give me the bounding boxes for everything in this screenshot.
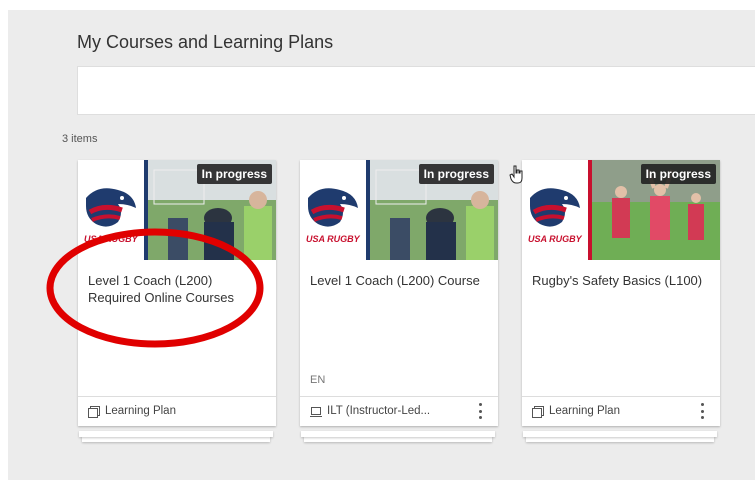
items-count: 3 items (62, 133, 98, 145)
course-card-2[interactable]: USA RUGBY In progress Level 1 Coach (L20… (300, 160, 498, 426)
hand-cursor-icon (509, 165, 523, 184)
svg-text:USA RUGBY: USA RUGBY (306, 234, 361, 244)
card-type-label: ILT (Instructor-Led... (327, 405, 431, 417)
card-stack-shadow (301, 431, 495, 437)
page-title: My Courses and Learning Plans (77, 32, 334, 52)
card-thumbnail: USA RUGBY In progress (78, 160, 276, 260)
usa-rugby-logo: USA RUGBY (300, 160, 366, 260)
card-stack-shadow (79, 431, 273, 437)
course-card-3[interactable]: USA RUGBY In progress Rugby's Safety Bas… (522, 160, 720, 426)
ilt-icon (310, 407, 322, 417)
status-badge: In progress (640, 164, 716, 184)
card-type-label: Learning Plan (105, 405, 176, 417)
card-title[interactable]: Rugby's Safety Basics (L100) (532, 272, 712, 289)
card-title[interactable]: Level 1 Coach (L200) Course (310, 272, 490, 289)
svg-text:USA RUGBY: USA RUGBY (84, 234, 139, 244)
card-footer: Learning Plan (522, 396, 720, 426)
card-type-label: Learning Plan (549, 405, 620, 417)
svg-text:USA RUGBY: USA RUGBY (528, 234, 583, 244)
card-language: EN (310, 374, 326, 386)
search-input[interactable] (77, 66, 755, 115)
usa-rugby-logo: USA RUGBY (522, 160, 588, 260)
card-stack-shadow (523, 431, 717, 437)
card-footer: Learning Plan (78, 396, 276, 426)
card-footer: ILT (Instructor-Led... (300, 396, 498, 426)
learning-plan-icon (88, 406, 100, 418)
card-thumbnail: USA RUGBY In progress (522, 160, 720, 260)
more-options-icon[interactable] (698, 403, 706, 419)
status-badge: In progress (418, 164, 494, 184)
learning-plan-icon (532, 406, 544, 418)
status-badge: In progress (196, 164, 272, 184)
usa-rugby-logo: USA RUGBY (78, 160, 144, 260)
card-title[interactable]: Level 1 Coach (L200) Required Online Cou… (88, 272, 268, 306)
card-thumbnail: USA RUGBY In progress (300, 160, 498, 260)
course-card-1[interactable]: USA RUGBY In progress Level 1 Coach (L20… (78, 160, 276, 426)
more-options-icon[interactable] (476, 403, 484, 419)
